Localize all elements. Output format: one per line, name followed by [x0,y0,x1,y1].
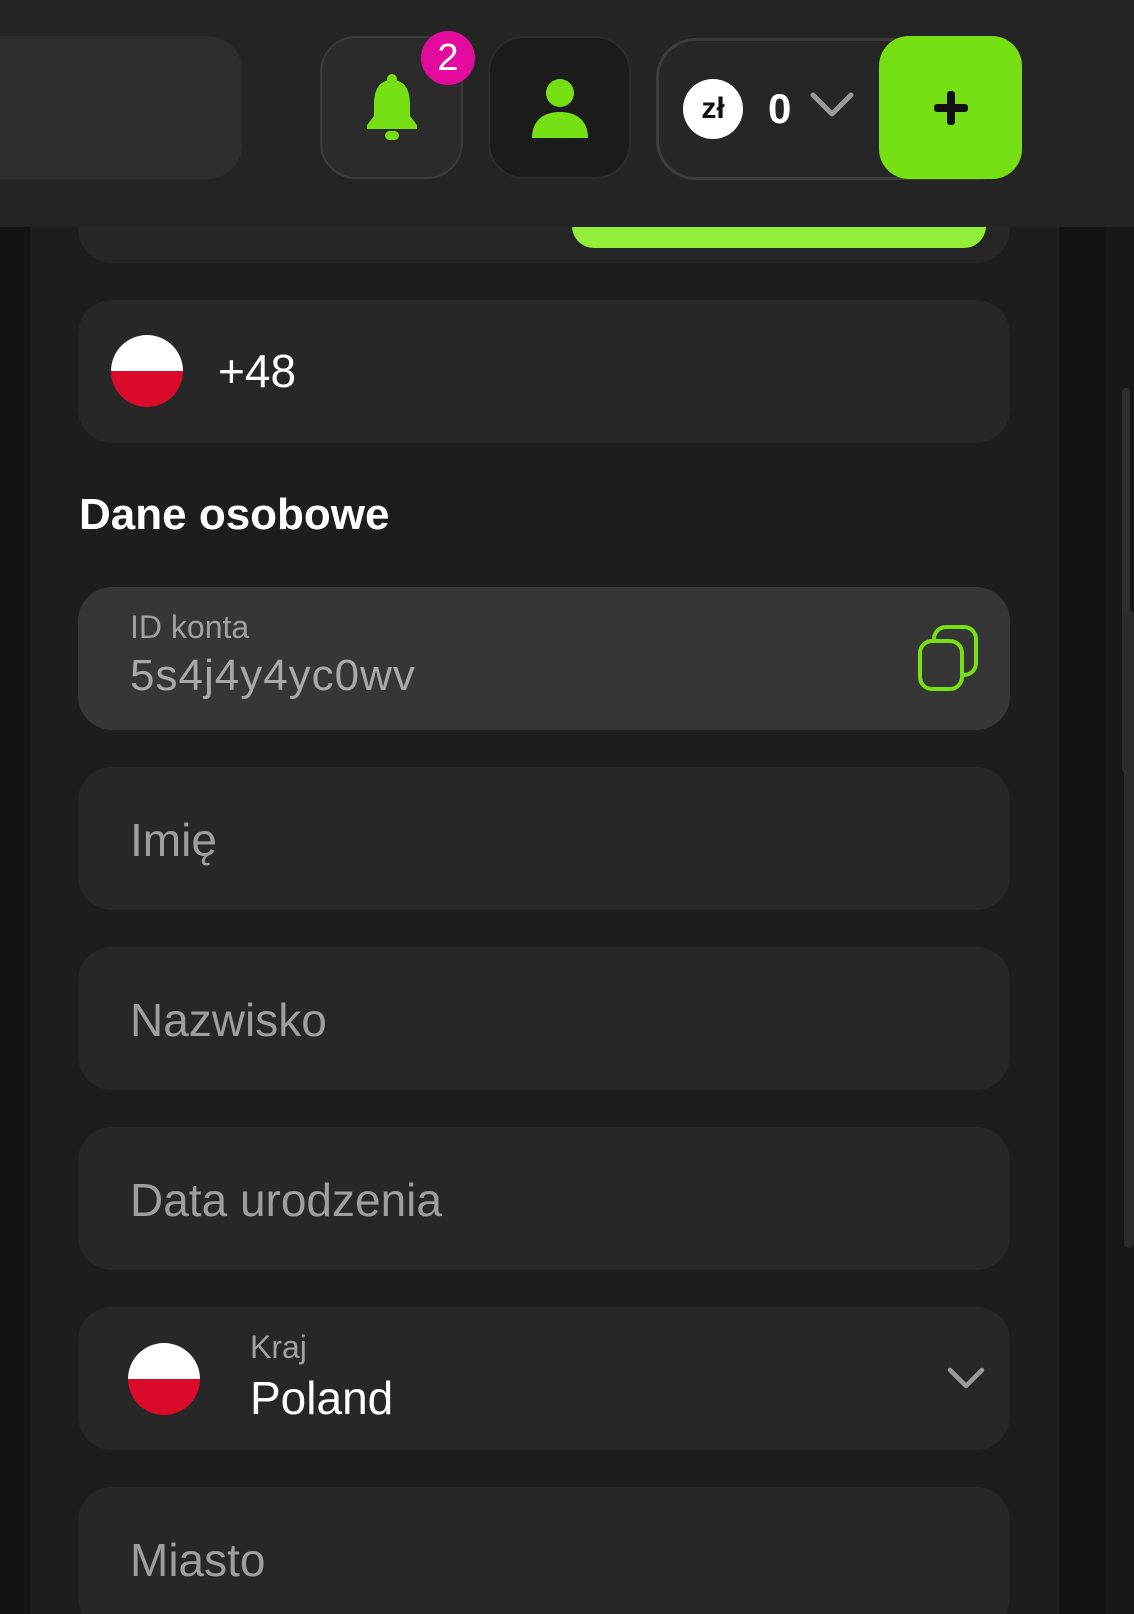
chevron-down-icon[interactable] [946,1365,986,1391]
phone-code: +48 [218,345,297,397]
account-id-field: ID konta 5s4j4y4yc0wv [78,587,1010,730]
scrollbar-thumb-secondary[interactable] [1124,610,1134,1248]
account-id-value: 5s4j4y4yc0wv [130,651,416,700]
last-name-field[interactable]: Nazwisko [78,947,1010,1090]
bell-icon [366,73,417,140]
poland-flag-icon [128,1343,200,1415]
city-placeholder: Miasto [130,1534,266,1586]
personal-data-heading: Dane osobowe [79,490,390,539]
poland-flag-icon [111,335,183,407]
top-header: 2 zł 0 [0,0,1134,227]
country-value: Poland [250,1372,394,1424]
header-left-block[interactable] [0,36,242,179]
profile-button[interactable] [488,36,631,179]
phone-prefix-field[interactable]: +48 [78,300,1010,443]
profile-page: 2 zł 0 +48 Dane osobowe ID konta 5s4j4y4… [0,0,1134,1614]
deposit-button[interactable] [879,36,1022,179]
account-id-label: ID konta [130,609,250,645]
balance-amount: 0 [768,85,792,132]
notification-count-badge: 2 [421,31,475,85]
first-name-field[interactable]: Imię [78,767,1010,910]
country-select[interactable]: Kraj Poland [78,1307,1010,1450]
chevron-down-icon[interactable] [809,89,855,119]
first-name-placeholder: Imię [130,814,217,866]
city-field[interactable]: Miasto [78,1487,1010,1614]
user-icon [531,78,588,138]
country-label: Kraj [250,1329,307,1365]
currency-icon: zł [683,79,743,139]
last-name-placeholder: Nazwisko [130,994,327,1046]
plus-icon [933,90,968,125]
birth-date-field[interactable]: Data urodzenia [78,1127,1010,1270]
birth-date-placeholder: Data urodzenia [130,1174,442,1226]
copy-icon[interactable] [916,623,980,693]
